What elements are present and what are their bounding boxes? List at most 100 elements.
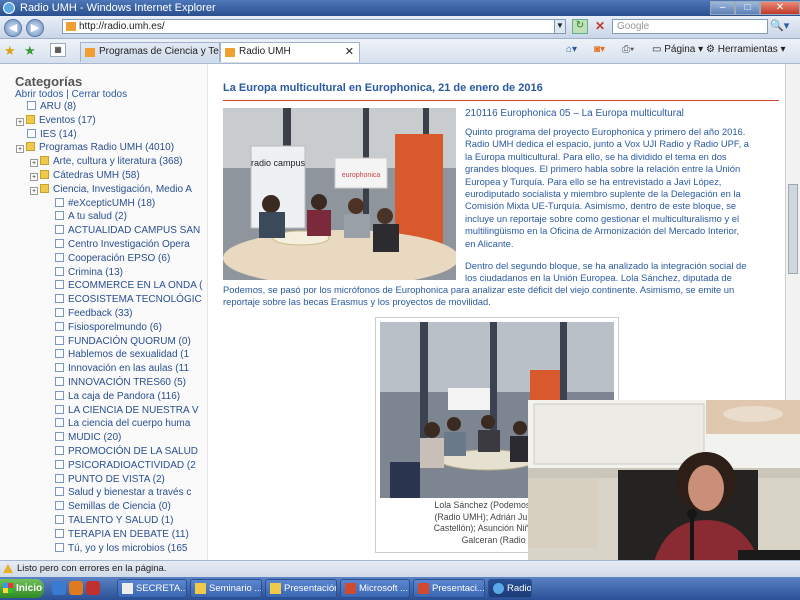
ie-icon [493, 583, 504, 594]
categories-title: Categorías [15, 74, 83, 89]
favorites-star-icon[interactable]: ★ [4, 43, 16, 59]
search-input[interactable]: Google [612, 19, 768, 34]
sidebar-item-label: Innovación en las aulas (11 [68, 363, 190, 375]
tab-programas[interactable]: Programas de Ciencia y Tecn... [80, 42, 220, 62]
studio-photo: radio campus europhonica [223, 108, 456, 280]
tab-bar: ★ ★ ▦ Programas de Ciencia y Tecn... Rad… [0, 39, 800, 64]
sidebar-item[interactable]: #eXcepticUMH (18) [0, 197, 207, 211]
sidebar-item-label: Feedback (33) [68, 307, 133, 319]
sidebar-item[interactable]: Innovación en las aulas (11 [0, 362, 207, 376]
sidebar-item[interactable]: Centro Investigación Opera [0, 238, 207, 252]
page-menu[interactable]: ▭ Página ▾ [652, 44, 703, 55]
sidebar-item[interactable]: MUDIC (20) [0, 431, 207, 445]
article-subtitle[interactable]: 210116 Europhonica 05 – La Europa multic… [465, 108, 684, 119]
sidebar-item[interactable]: + Programas Radio UMH (4010) [0, 141, 207, 155]
sidebar-item[interactable]: ARU (8) [0, 100, 207, 114]
page-icon [55, 363, 64, 373]
sidebar-item-label: Eventos (17) [39, 114, 96, 126]
task-radio[interactable]: Radio ... [488, 579, 532, 598]
sidebar-item[interactable]: ACTUALIDAD CAMPUS SAN [0, 224, 207, 238]
task-presentacion[interactable]: Presentación [265, 579, 337, 598]
start-button[interactable]: Inicio [0, 579, 44, 598]
page-menu-label: Página [664, 44, 696, 55]
sidebar-item[interactable]: + Ciencia, Investigación, Medio A [0, 183, 207, 197]
minimize-icon[interactable]: – [710, 1, 735, 15]
sidebar-item[interactable]: + Cátedras UMH (58) [0, 169, 207, 183]
back-icon[interactable]: ◀ [4, 19, 22, 37]
tab-label: Radio UMH [239, 46, 291, 57]
sidebar-item[interactable]: PSICORADIOACTIVIDAD (2 [0, 459, 207, 473]
open-all-link[interactable]: Abrir todos [15, 89, 63, 100]
page-icon [55, 542, 64, 552]
sidebar-item[interactable]: ECOSISTEMA TECNOLÓGIC [0, 293, 207, 307]
quicklaunch-ie-icon[interactable] [52, 581, 66, 595]
folder-icon [40, 183, 49, 193]
sidebar-item[interactable]: LA CIENCIA DE NUESTRA V [0, 404, 207, 418]
expand-icon[interactable]: + [30, 159, 38, 168]
text-line: Quinto programa del proyecto Europhonica… [465, 126, 746, 137]
sidebar-item[interactable]: Salud y bienestar a través c [0, 486, 207, 500]
text-line: Europea y Turquía. Para ello se ha entre… [465, 175, 722, 187]
warning-icon[interactable] [3, 564, 13, 573]
scrollbar-thumb[interactable] [788, 184, 798, 274]
search-placeholder: Google [617, 21, 650, 32]
window-controls: – □ ✕ [710, 0, 800, 16]
refresh-icon[interactable]: ↻ [572, 19, 588, 34]
stop-icon[interactable]: ✕ [592, 19, 608, 34]
sidebar-item[interactable]: A tu salud (2) [0, 210, 207, 224]
tools-menu[interactable]: ⚙ Herramientas ▾ [706, 44, 786, 55]
sidebar-item[interactable]: Hablemos de sexualidad (1 [0, 348, 207, 362]
expand-icon[interactable]: + [30, 186, 38, 195]
quicklaunch-app-icon[interactable] [69, 581, 83, 595]
print-icon[interactable]: ⎙▾ [622, 44, 634, 55]
maximize-icon[interactable]: □ [735, 1, 760, 15]
home-icon[interactable]: ⌂▾ [566, 44, 577, 55]
quick-tabs-icon[interactable]: ▦ [50, 43, 66, 57]
search-icon[interactable]: 🔍▾ [770, 19, 796, 34]
sidebar-item[interactable]: + Arte, cultura y literatura (368) [0, 155, 207, 169]
url-input[interactable]: http://radio.umh.es/ [62, 19, 562, 34]
text-line: los ciudadanos en la Unión Europea. Lola… [465, 272, 732, 284]
close-tab-icon[interactable]: ✕ [345, 43, 354, 61]
sidebar-item-label: Centro Investigación Opera [68, 238, 190, 250]
sidebar-item[interactable]: ECOMMERCE EN LA ONDA ( [0, 279, 207, 293]
sidebar-item[interactable]: Cooperación EPSO (6) [0, 252, 207, 266]
sidebar-item[interactable]: + Eventos (17) [0, 114, 207, 128]
expand-icon[interactable]: + [30, 172, 38, 181]
category-tree: ARU (8) + Eventos (17) IES (14) + Programas R… [0, 100, 207, 555]
folder-icon [195, 583, 206, 594]
tab-radio-umh[interactable]: Radio UMH ✕ [220, 42, 360, 62]
sidebar-item[interactable]: IES (14) [0, 128, 207, 142]
sidebar-item[interactable]: Semillas de Ciencia (0) [0, 500, 207, 514]
url-dropdown-icon[interactable]: ▼ [554, 19, 566, 34]
task-microsoft[interactable]: Microsoft ... [340, 579, 410, 598]
title-divider [223, 100, 779, 101]
close-all-link[interactable]: Cerrar todos [72, 89, 128, 100]
status-text: Listo pero con errores en la página. [17, 563, 167, 574]
sidebar-item[interactable]: Crimina (13) [0, 266, 207, 280]
article-paragraph-2-start: Dentro del segundo bloque, se ha analiza… [465, 260, 777, 285]
sidebar-item[interactable]: Tú, yo y los microbios (165 [0, 542, 207, 556]
forward-icon[interactable]: ▶ [26, 19, 44, 37]
sidebar-item[interactable]: PUNTO DE VISTA (2) [0, 473, 207, 487]
sidebar-item[interactable]: TERAPIA EN DEBATE (11) [0, 528, 207, 542]
expand-icon[interactable]: + [16, 117, 24, 126]
add-favorite-icon[interactable]: ★ [24, 43, 36, 59]
task-seminario[interactable]: Seminario ... [190, 579, 262, 598]
feeds-icon[interactable]: ◙▾ [594, 44, 605, 55]
sidebar-item[interactable]: Fisiosporelmundo (6) [0, 321, 207, 335]
task-secretaria[interactable]: SECRETA... [117, 579, 187, 598]
sidebar-item[interactable]: INNOVACIÓN TRES60 (5) [0, 376, 207, 390]
sidebar-item[interactable]: PROMOCIÓN DE LA SALUD [0, 445, 207, 459]
sidebar-item[interactable]: La caja de Pandora (116) [0, 390, 207, 404]
close-window-icon[interactable]: ✕ [760, 1, 800, 15]
quicklaunch-media-icon[interactable] [86, 581, 100, 595]
sidebar-item[interactable]: TALENTO Y SALUD (1) [0, 514, 207, 528]
sidebar-item[interactable]: Feedback (33) [0, 307, 207, 321]
article-title[interactable]: La Europa multicultural en Europhonica, … [223, 82, 543, 94]
sidebar-item[interactable]: La ciencia del cuerpo huma [0, 417, 207, 431]
expand-icon[interactable]: + [16, 145, 24, 154]
sidebar-item-label: FUNDACIÓN QUORUM (0) [68, 335, 191, 347]
task-presentacion-2[interactable]: Presentaci... [413, 579, 485, 598]
sidebar-item[interactable]: FUNDACIÓN QUORUM (0) [0, 335, 207, 349]
